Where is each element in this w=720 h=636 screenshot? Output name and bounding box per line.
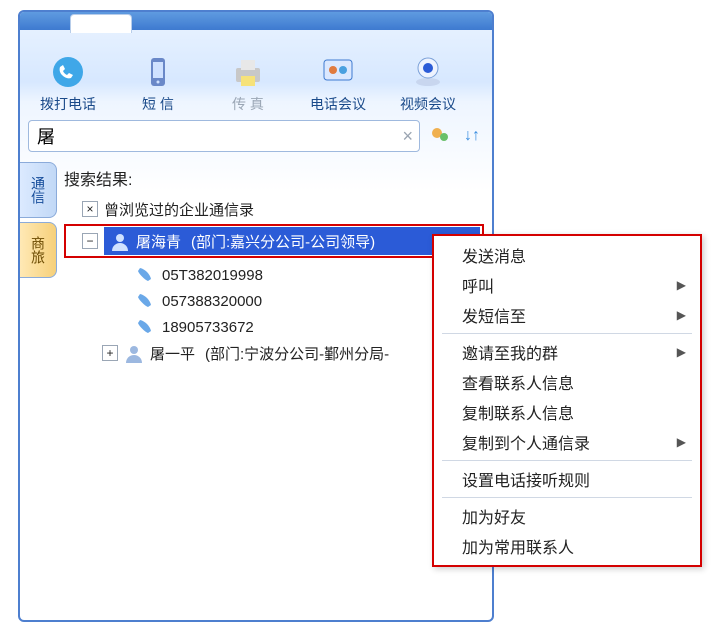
conf-label: 电话会议	[310, 94, 366, 114]
dial-label: 拨打电话	[40, 94, 96, 114]
ctx-call[interactable]: 呼叫▶	[434, 270, 700, 300]
window-root: 拨打电话 短 信 传 真 电话会议	[0, 0, 720, 636]
submenu-arrow-icon: ▶	[677, 435, 686, 449]
ctx-copy-info[interactable]: 复制联系人信息	[434, 397, 700, 427]
sms-button[interactable]: 短 信	[114, 44, 202, 114]
submenu-arrow-icon: ▶	[677, 278, 686, 292]
ctx-invite-group[interactable]: 邀请至我的群▶	[434, 337, 700, 367]
phone-row[interactable]: 05T382019998	[64, 262, 488, 288]
phone-row[interactable]: 18905733672	[64, 314, 488, 340]
separator	[442, 333, 692, 334]
phone-number: 18905733672	[162, 319, 254, 336]
ctx-add-common[interactable]: 加为常用联系人	[434, 531, 700, 561]
side-tab-comm[interactable]: 通信	[20, 162, 57, 218]
selected-contact-dept: (部门:嘉兴分公司-公司领导)	[191, 231, 375, 252]
ctx-copy-to-personal[interactable]: 复制到个人通信录▶	[434, 427, 700, 457]
sort-icon[interactable]: ↓↑	[460, 124, 484, 148]
ctx-view-info[interactable]: 查看联系人信息	[434, 367, 700, 397]
tree-node-history[interactable]: × 曾浏览过的企业通信录	[64, 196, 488, 222]
conf-button[interactable]: 电话会议	[294, 44, 382, 114]
phone-icon	[136, 292, 154, 310]
side-tabs: 通信 商旅	[20, 158, 56, 622]
tree-node-contact[interactable]: + 屠一平 (部门:宁波分公司-鄞州分局-	[64, 340, 488, 366]
phone-number: 057388320000	[162, 293, 262, 310]
fax-label: 传 真	[232, 94, 264, 114]
contacts-icon[interactable]	[428, 124, 452, 148]
sms-label: 短 信	[142, 94, 174, 114]
results-title: 搜索结果:	[64, 166, 488, 190]
submenu-arrow-icon: ▶	[677, 308, 686, 322]
main-area: 通信 商旅 搜索结果: × 曾浏览过的企业通信录 − 屠海青 (部门:嘉兴分公司…	[20, 158, 492, 622]
side-tab-biz[interactable]: 商旅	[20, 222, 57, 278]
separator	[442, 497, 692, 498]
phone-icon	[136, 266, 154, 284]
expand-minus-icon[interactable]: −	[82, 233, 98, 249]
fax-icon	[228, 52, 268, 92]
tree-node-selected-row[interactable]: − 屠海青 (部门:嘉兴分公司-公司领导)	[68, 228, 480, 254]
submenu-arrow-icon: ▶	[677, 345, 686, 359]
phone-number: 05T382019998	[162, 267, 263, 284]
clear-icon[interactable]: ×	[402, 126, 413, 147]
video-button[interactable]: 视频会议	[384, 44, 472, 114]
fax-button[interactable]: 传 真	[204, 44, 292, 114]
selected-contact-name: 屠海青	[136, 231, 181, 252]
video-icon	[408, 52, 448, 92]
ctx-sms-to[interactable]: 发短信至▶	[434, 300, 700, 330]
search-row: × ↓↑	[20, 114, 492, 158]
selected-highlight: − 屠海青 (部门:嘉兴分公司-公司领导)	[64, 224, 484, 258]
ctx-send-message[interactable]: 发送消息	[434, 240, 700, 270]
dial-button[interactable]: 拨打电话	[24, 44, 112, 114]
search-input[interactable]	[35, 125, 402, 148]
dial-icon	[48, 52, 88, 92]
phone-row[interactable]: 057388320000	[64, 288, 488, 314]
contact-dept: (部门:宁波分公司-鄞州分局-	[205, 343, 389, 364]
tree-node-label: 曾浏览过的企业通信录	[104, 199, 254, 220]
search-box: ×	[28, 120, 420, 152]
person-icon	[110, 231, 130, 251]
toolbar: 拨打电话 短 信 传 真 电话会议	[20, 30, 492, 114]
collapse-icon[interactable]: ×	[82, 201, 98, 217]
ctx-add-friend[interactable]: 加为好友	[434, 501, 700, 531]
sms-icon	[138, 52, 178, 92]
video-label: 视频会议	[400, 94, 456, 114]
context-menu: 发送消息 呼叫▶ 发短信至▶ 邀请至我的群▶ 查看联系人信息 复制联系人信息 复…	[432, 234, 702, 567]
content-panel: 搜索结果: × 曾浏览过的企业通信录 − 屠海青 (部门:嘉兴分公司-公司领导)	[56, 158, 492, 622]
conf-icon	[318, 52, 358, 92]
selected-contact[interactable]: 屠海青 (部门:嘉兴分公司-公司领导)	[104, 227, 480, 255]
contact-name: 屠一平	[150, 343, 195, 364]
top-tab[interactable]	[70, 14, 132, 33]
app-frame: 拨打电话 短 信 传 真 电话会议	[18, 10, 494, 622]
expand-plus-icon[interactable]: +	[102, 345, 118, 361]
ctx-phone-rule[interactable]: 设置电话接听规则	[434, 464, 700, 494]
phone-icon	[136, 318, 154, 336]
separator	[442, 460, 692, 461]
person-icon	[124, 343, 144, 363]
